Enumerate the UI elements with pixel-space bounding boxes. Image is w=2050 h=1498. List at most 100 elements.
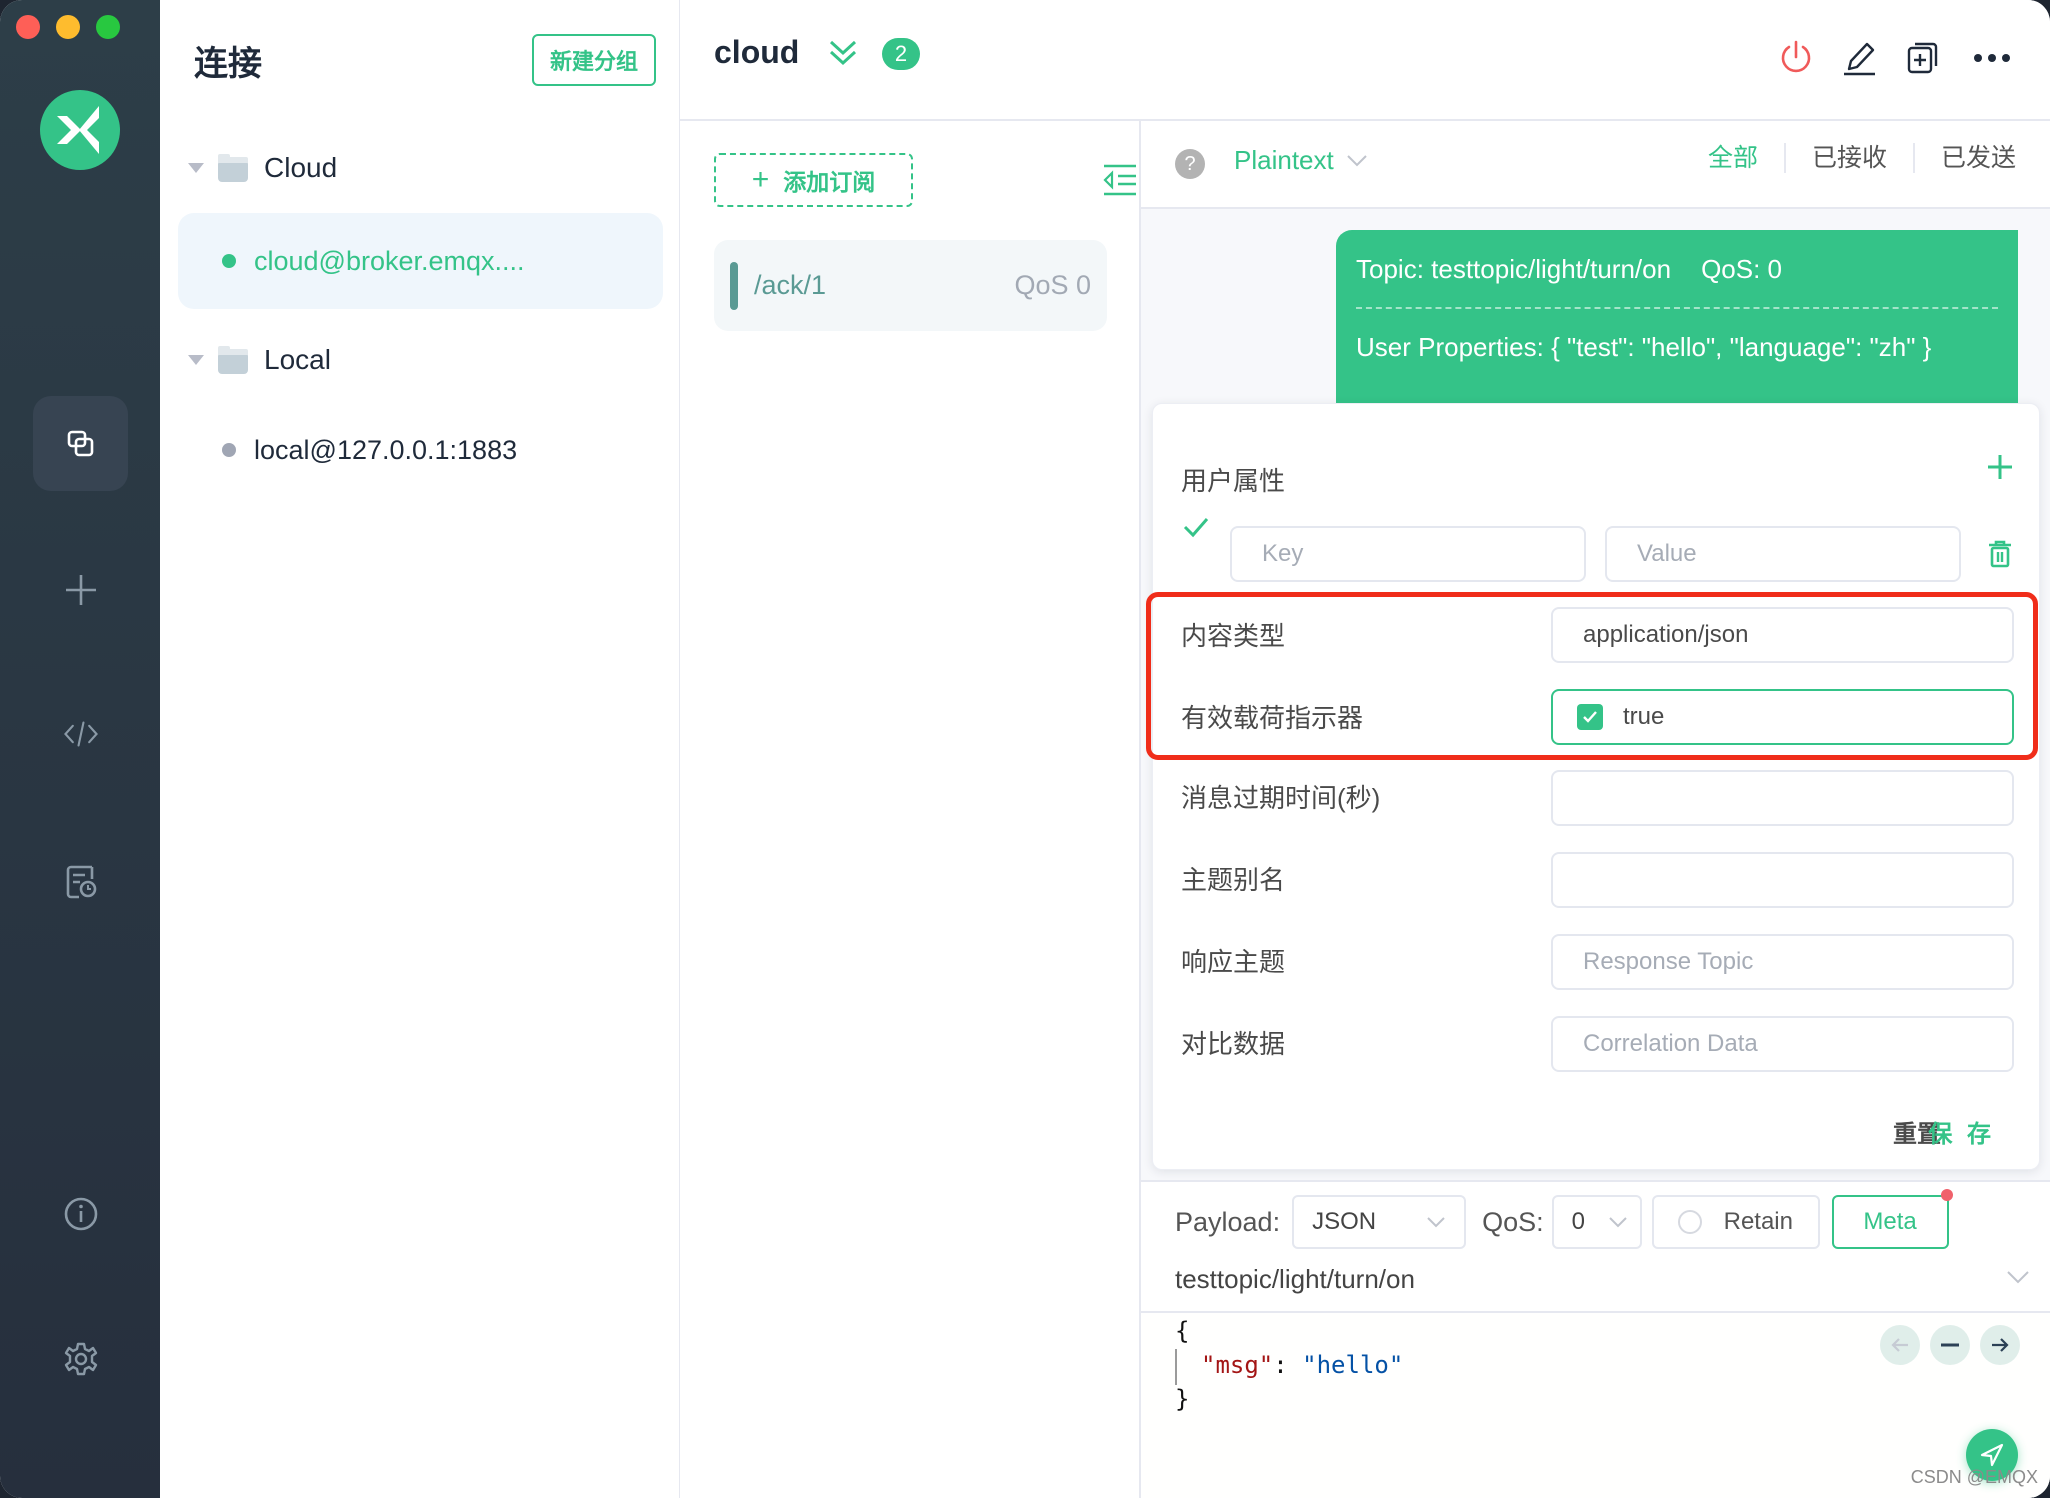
history-clear-button[interactable] (1930, 1325, 1970, 1365)
filter-tab-all[interactable]: 全部 (1682, 143, 1784, 173)
payload-format-value: Plaintext (1234, 145, 1334, 175)
nav-script[interactable] (33, 686, 128, 781)
payload-indicator-label: 有效载荷指示器 (1181, 703, 1364, 733)
new-group-button[interactable]: 新建分组 (532, 34, 656, 86)
meta-button[interactable]: Meta (1831, 1189, 1953, 1249)
connections-title: 连接 (194, 45, 262, 83)
payload-indicator-value: true (1623, 703, 1665, 730)
connections-panel: 连接 新建分组 Cloud cloud@broker.emqx.... Loca… (160, 0, 680, 1498)
retain-radio[interactable] (1677, 1210, 1702, 1234)
arrow-right-icon (1992, 1338, 2009, 1352)
delete-user-property-button[interactable] (1987, 540, 2013, 573)
log-icon (66, 865, 96, 898)
save-button[interactable]: 保 存 (1928, 1114, 1995, 1149)
qos-value: 0 (1571, 1208, 1585, 1235)
topic-history-dropdown[interactable] (2006, 1270, 2030, 1289)
subscription-item[interactable]: /ack/1 QoS 0 (714, 240, 1107, 331)
history-next-button[interactable] (1980, 1325, 2020, 1365)
retain-toggle[interactable]: Retain (1651, 1195, 1820, 1249)
correlation-data-placeholder: Correlation Data (1583, 1030, 1758, 1057)
payload-indicator-checkbox[interactable] (1577, 704, 1603, 730)
edit-icon (1844, 42, 1875, 76)
nav-connections[interactable] (33, 396, 128, 491)
payload-type-value: JSON (1312, 1208, 1377, 1235)
connection-item-cloud[interactable]: cloud@broker.emqx.... (178, 213, 663, 309)
payload-indicator-field[interactable]: true (1551, 689, 2014, 745)
nav-new-connection[interactable] (33, 542, 128, 637)
message-meta-line: Topic: testtopic/light/turn/on QoS: 0 (1356, 254, 1998, 285)
nav-about[interactable] (33, 1166, 128, 1261)
app-window: 连接 新建分组 Cloud cloud@broker.emqx.... Loca… (0, 0, 2050, 1498)
correlation-data-label: 对比数据 (1181, 1029, 1286, 1059)
caret-down-icon (188, 163, 204, 173)
meta-properties-popover: 用户属性 Key Value 内容类型 application/json 有效载… (1152, 403, 2040, 1170)
info-icon (64, 1197, 97, 1230)
connection-title: cloud (714, 34, 800, 70)
connection-name: cloud@broker.emqx.... (254, 245, 525, 276)
qos-select[interactable]: 0 (1551, 1195, 1642, 1249)
payload-label: Payload: (1175, 1206, 1281, 1237)
trash-icon (1989, 540, 2011, 568)
chevron-down-icon (1347, 154, 1367, 166)
publish-topic-input[interactable]: testtopic/light/turn/on (1175, 1264, 1415, 1295)
response-topic-input[interactable]: Response Topic (1551, 934, 2014, 990)
group-cloud[interactable]: Cloud (188, 148, 337, 188)
user-property-key-input[interactable]: Key (1230, 526, 1586, 582)
more-icon (1974, 54, 2010, 62)
plus-icon: + (751, 163, 770, 196)
user-property-checkbox[interactable] (1183, 516, 1209, 543)
group-label: Cloud (264, 152, 338, 183)
window-maximize-button[interactable] (96, 15, 120, 39)
filter-tab-sent[interactable]: 已发送 (1912, 143, 2042, 173)
subscriptions-panel: + 添加订阅 /ack/1 QoS 0 (680, 121, 1141, 1498)
help-icon[interactable]: ? (1175, 149, 1205, 179)
content-type-value: application/json (1583, 621, 1749, 648)
code-line: } (1175, 1385, 1190, 1413)
expand-info-button[interactable] (828, 38, 858, 73)
content-type-input[interactable]: application/json (1551, 607, 2014, 663)
subscription-qos: QoS 0 (1014, 270, 1091, 300)
message-expiry-input[interactable] (1551, 770, 2014, 826)
user-property-value-input[interactable]: Value (1605, 526, 1961, 582)
power-icon (1781, 40, 1811, 73)
edit-connection-button[interactable] (1840, 38, 1880, 78)
disconnect-button[interactable] (1776, 38, 1816, 78)
connection-header: cloud 2 (680, 0, 2050, 121)
correlation-data-input[interactable]: Correlation Data (1551, 1016, 2014, 1072)
response-topic-placeholder: Response Topic (1583, 948, 1754, 975)
send-icon (1980, 1443, 2004, 1467)
nav-log[interactable] (33, 833, 128, 928)
topic-alias-label: 主题别名 (1181, 865, 1286, 895)
plus-icon (1988, 455, 2012, 479)
mqttx-logo (40, 90, 120, 170)
add-user-property-button[interactable] (1987, 454, 2013, 485)
chevron-down-icon (1608, 1217, 1627, 1228)
watermark: CSDN @EMQX (1910, 1467, 2038, 1487)
gear-icon (64, 1342, 97, 1375)
group-local[interactable]: Local (188, 340, 331, 380)
connection-item-local[interactable]: local@127.0.0.1:1883 (178, 402, 663, 498)
collapse-subscriptions-button[interactable] (1102, 163, 1136, 202)
add-subscription-button[interactable]: + 添加订阅 (714, 153, 913, 207)
code-icon (63, 720, 98, 747)
filter-tab-received[interactable]: 已接收 (1783, 143, 1913, 173)
content-type-label: 内容类型 (1181, 621, 1286, 651)
payload-type-select[interactable]: JSON (1292, 1195, 1467, 1249)
check-icon (1183, 518, 1209, 538)
arrow-left-icon (1891, 1338, 1908, 1352)
topic-alias-input[interactable] (1551, 852, 2014, 908)
window-minimize-button[interactable] (56, 15, 80, 39)
caret-down-icon (188, 355, 204, 365)
code-line: "msg": "hello" (1201, 1351, 1403, 1379)
history-prev-button[interactable] (1880, 1325, 1920, 1365)
more-button[interactable] (1972, 38, 2012, 78)
window-close-button[interactable] (16, 15, 40, 39)
status-dot-disconnected (222, 443, 236, 457)
payload-format-select[interactable]: Plaintext (1234, 145, 1368, 176)
message-count-badge: 2 (882, 38, 920, 70)
nav-settings[interactable] (33, 1311, 128, 1406)
new-window-button[interactable] (1903, 38, 1943, 78)
sent-message-bubble[interactable]: Topic: testtopic/light/turn/on QoS: 0 Us… (1336, 230, 2018, 430)
folder-icon (218, 346, 248, 374)
chevron-down-icon (1427, 1217, 1445, 1228)
